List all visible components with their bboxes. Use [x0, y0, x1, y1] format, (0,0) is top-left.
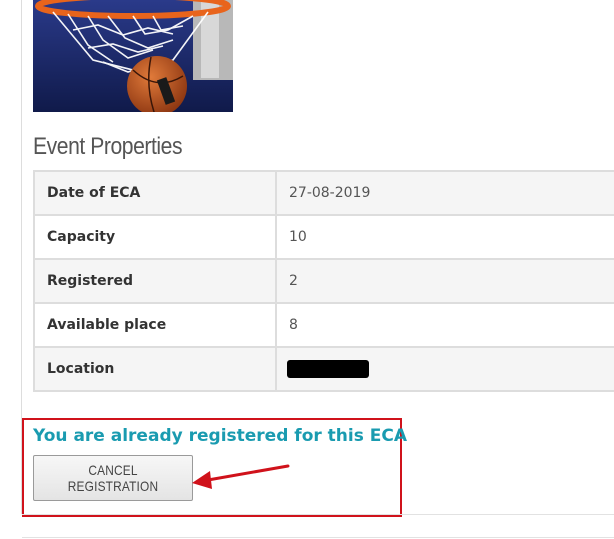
property-value: 27-08-2019: [275, 170, 614, 216]
table-row: Capacity 10: [33, 214, 614, 260]
property-label: Registered: [33, 258, 277, 304]
event-properties-table: Date of ECA 27-08-2019 Capacity 10 Regis…: [33, 170, 614, 392]
section-divider: [22, 514, 614, 515]
property-label: Date of ECA: [33, 170, 277, 216]
basketball-hoop-icon: [33, 0, 233, 112]
section-title: Event Properties: [33, 133, 183, 160]
property-value: 10: [275, 214, 614, 260]
property-label: Location: [33, 346, 277, 392]
event-image: [33, 0, 233, 112]
table-row: Available place 8: [33, 302, 614, 348]
cancel-registration-label: CANCEL REGISTRATION: [67, 462, 159, 494]
property-label: Available place: [33, 302, 277, 348]
section-divider: [22, 537, 614, 538]
annotation-arrow-icon: [192, 464, 290, 489]
table-row: Date of ECA 27-08-2019: [33, 170, 614, 216]
redacted-location: [287, 360, 369, 378]
table-row: Location: [33, 346, 614, 392]
property-value: 8: [275, 302, 614, 348]
property-value: 2: [275, 258, 614, 304]
event-detail-page: Event Properties Date of ECA 27-08-2019 …: [0, 0, 614, 539]
property-label: Capacity: [33, 214, 277, 260]
table-row: Registered 2: [33, 258, 614, 304]
cancel-registration-button[interactable]: CANCEL REGISTRATION: [33, 455, 193, 501]
already-registered-message: You are already registered for this ECA: [33, 426, 408, 446]
location-value: [275, 346, 614, 392]
